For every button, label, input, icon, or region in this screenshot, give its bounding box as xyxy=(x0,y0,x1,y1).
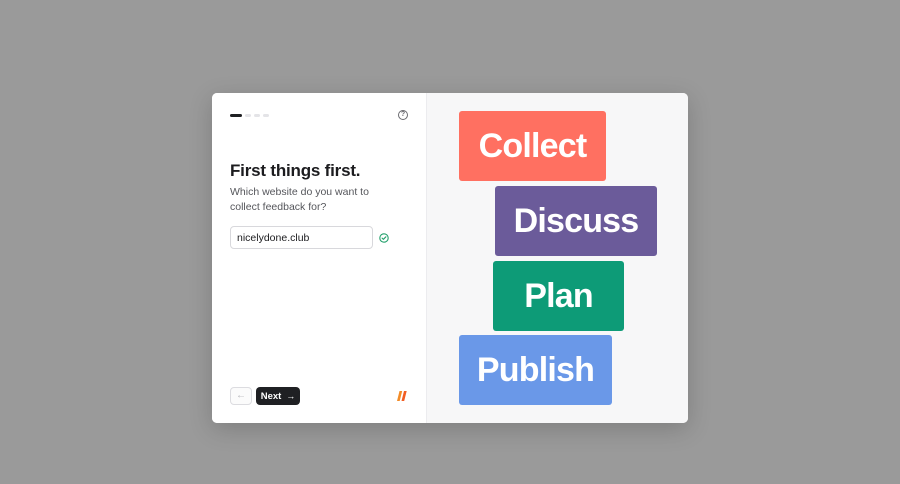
plan-block: Plan xyxy=(493,261,624,331)
plan-label: Plan xyxy=(524,276,593,315)
website-input[interactable] xyxy=(230,226,373,249)
check-circle-icon xyxy=(379,233,389,243)
back-button[interactable]: ← xyxy=(230,387,252,405)
step-indicator-4 xyxy=(263,114,269,117)
discuss-block: Discuss xyxy=(495,186,657,256)
brand-logo-icon xyxy=(397,391,407,401)
collect-label: Collect xyxy=(478,126,588,165)
help-icon[interactable]: ? xyxy=(398,110,408,120)
arrow-right-icon: → xyxy=(286,391,296,401)
step-indicator-3 xyxy=(254,114,260,117)
page-subtitle: Which website do you want to collect fee… xyxy=(230,186,369,213)
next-button-label: Next xyxy=(260,390,282,402)
step-progress-indicator xyxy=(230,114,269,117)
page-title: First things first. xyxy=(230,161,361,180)
publish-label: Publish xyxy=(476,350,595,389)
step-indicator-1 xyxy=(230,114,242,117)
publish-block: Publish xyxy=(459,335,612,405)
next-button[interactable]: Next → xyxy=(256,387,300,405)
showcase-panel: Collect Discuss Plan Publish xyxy=(427,93,688,423)
collect-block: Collect xyxy=(459,111,606,181)
discuss-label: Discuss xyxy=(513,201,640,240)
form-panel: ? First things first. Which website do y… xyxy=(212,93,427,423)
step-indicator-2 xyxy=(245,114,251,117)
onboarding-modal: ? First things first. Which website do y… xyxy=(212,93,688,423)
